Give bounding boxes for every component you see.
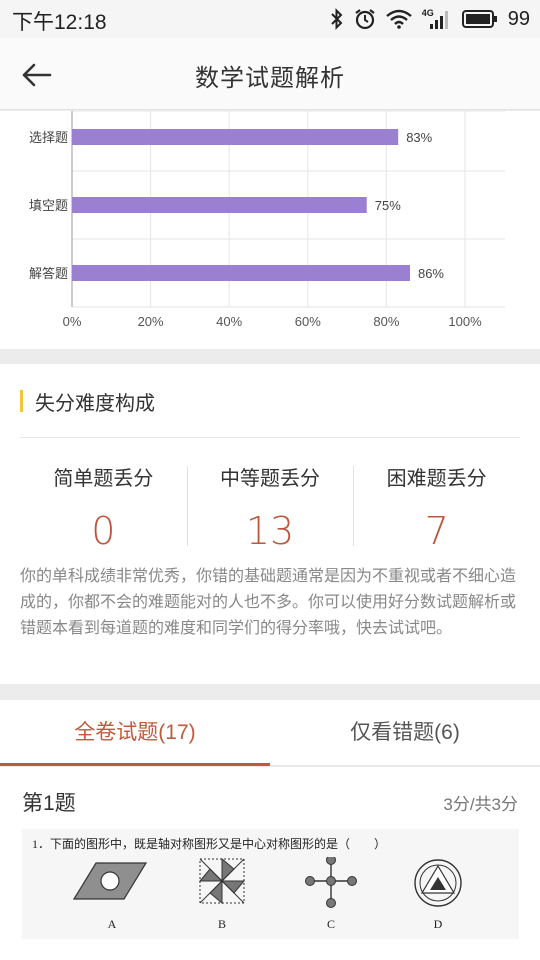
x-tick-label: 80% bbox=[373, 314, 399, 329]
data-label: 86% bbox=[418, 266, 444, 281]
difficulty-section: 失分难度构成 简单题丢分 0 中等题丢分 13 困难题丢分 7 你的单科成绩非常… bbox=[0, 364, 540, 684]
stat-easy: 简单题丢分 0 bbox=[20, 454, 187, 553]
option-c[interactable]: C bbox=[281, 857, 381, 937]
tab-wrong-questions[interactable]: 仅看错题(6) bbox=[270, 700, 540, 765]
question-image[interactable]: 1．下面的图形中，既是轴对称图形又是中心对称图形的是（ ） A B C D bbox=[22, 829, 519, 939]
question-title: 第1题 bbox=[22, 792, 76, 815]
stat-hard: 困难题丢分 7 bbox=[353, 454, 520, 553]
difficulty-description: 你的单科成绩非常优秀，你错的基础题通常是因为不重视或者不细心造成的，你都不会的难… bbox=[20, 568, 517, 637]
nav-bar: 数学试题解析 bbox=[0, 38, 540, 110]
option-d[interactable]: D bbox=[388, 857, 488, 937]
bar-chart: 0% 20% 40% 60% 80% 100% 选择题 83% 填空题 75% 解答题 86% bbox=[29, 111, 505, 329]
x-tick-label: 100% bbox=[448, 314, 482, 329]
category-label: 填空题 bbox=[29, 199, 68, 214]
tab-all-questions[interactable]: 全卷试题(17) bbox=[0, 700, 270, 766]
alarm-clock-icon bbox=[354, 8, 376, 30]
circle-triangle-figure bbox=[414, 859, 462, 907]
stat-label: 中等题丢分 bbox=[220, 468, 320, 490]
pinwheel-figure bbox=[198, 857, 246, 905]
score-rate-chart: 0% 20% 40% 60% 80% 100% 选择题 83% 填空题 75% 解答题 86% bbox=[0, 111, 540, 349]
question-score: 3分/共3分 bbox=[443, 795, 518, 814]
wifi-icon bbox=[385, 9, 412, 29]
signal-4g-icon: 4G bbox=[422, 8, 452, 30]
stat-label: 困难题丢分 bbox=[386, 468, 487, 490]
stat-value: 7 bbox=[424, 509, 449, 553]
data-label: 75% bbox=[375, 198, 401, 213]
section-accent-bar bbox=[20, 390, 23, 412]
page-title: 数学试题解析 bbox=[195, 65, 345, 92]
battery-level: 99 bbox=[507, 7, 530, 30]
category-label: 选择题 bbox=[29, 131, 68, 146]
status-time: 下午12:18 bbox=[12, 11, 107, 34]
question-tabs: 全卷试题(17) 仅看错题(6) bbox=[0, 700, 540, 766]
option-b[interactable]: B bbox=[172, 857, 272, 937]
bar bbox=[72, 265, 410, 281]
category-label: 解答题 bbox=[29, 266, 68, 282]
status-bar: 下午12:18 4G 99 bbox=[0, 0, 540, 38]
stats-row: 简单题丢分 0 中等题丢分 13 困难题丢分 7 bbox=[20, 454, 520, 553]
x-tick-label: 20% bbox=[138, 314, 164, 329]
stat-medium: 中等题丢分 13 bbox=[186, 454, 354, 553]
bar bbox=[72, 197, 367, 213]
option-label: D bbox=[433, 917, 443, 931]
battery-icon bbox=[461, 10, 498, 28]
x-tick-label: 40% bbox=[216, 314, 242, 329]
divider bbox=[20, 437, 520, 438]
cross-dots-figure bbox=[305, 857, 357, 908]
parallelogram-circle-figure bbox=[72, 862, 148, 900]
section-header: 失分难度构成 bbox=[20, 386, 155, 416]
question-card[interactable]: 第1题 3分/共3分 1．下面的图形中，既是轴对称图形又是中心对称图形的是（ ）… bbox=[0, 767, 540, 960]
option-a[interactable]: A bbox=[62, 857, 162, 937]
bluetooth-icon bbox=[330, 8, 344, 30]
option-label: A bbox=[107, 917, 117, 931]
x-tick-label: 60% bbox=[295, 314, 321, 329]
option-label: B bbox=[217, 917, 226, 931]
bar bbox=[72, 129, 399, 145]
x-tick-label: 0% bbox=[63, 314, 82, 329]
stat-label: 简单题丢分 bbox=[53, 468, 154, 490]
stat-value: 13 bbox=[245, 509, 295, 553]
stat-value: 0 bbox=[91, 509, 116, 553]
status-icons: 4G 99 bbox=[330, 5, 530, 33]
data-label: 83% bbox=[406, 130, 432, 145]
section-title: 失分难度构成 bbox=[35, 392, 155, 415]
question-text: 1．下面的图形中，既是轴对称图形又是中心对称图形的是（ ） bbox=[32, 837, 387, 851]
option-label: C bbox=[326, 917, 335, 931]
